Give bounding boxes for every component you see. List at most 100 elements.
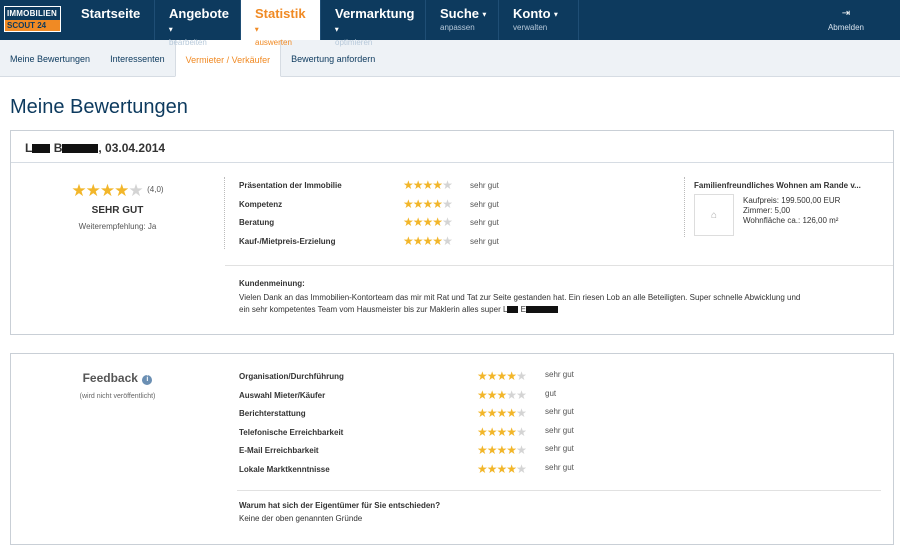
review-card: L B, 03.04.2014 ★★★★★ (4,0) SEHR GUT Wei… bbox=[10, 130, 894, 335]
star-icon: ★ bbox=[128, 181, 143, 200]
chevron-down-icon: ▾ bbox=[482, 11, 487, 19]
star-icon: ★ bbox=[506, 461, 517, 476]
star-icon: ★ bbox=[506, 406, 517, 420]
nav-item-startseite[interactable]: Startseite bbox=[67, 0, 155, 40]
star-icon: ★ bbox=[422, 178, 434, 192]
star-icon: ★ bbox=[442, 196, 453, 211]
feedback-rating-stars: ★★★★★ bbox=[477, 424, 527, 439]
star-icon: ★ bbox=[432, 178, 443, 192]
star-icon: ★ bbox=[432, 215, 443, 229]
nav-item-konto[interactable]: Konto ▾ verwalten bbox=[499, 0, 579, 40]
nav-sublabel: auswerten bbox=[255, 38, 292, 47]
star-icon: ★ bbox=[432, 233, 443, 248]
star-icon: ★ bbox=[403, 215, 414, 229]
overall-score: (4,0) bbox=[147, 185, 164, 194]
star-icon: ★ bbox=[85, 181, 101, 200]
star-icon: ★ bbox=[477, 443, 488, 457]
feedback-rating-stars: ★★★★★ bbox=[477, 406, 527, 420]
star-icon: ★ bbox=[486, 387, 498, 402]
star-icon: ★ bbox=[477, 424, 488, 439]
overall-label: SEHR GUT bbox=[91, 205, 144, 216]
feedback-title: Feedback bbox=[82, 371, 138, 385]
immobilienscout-logo[interactable]: IMMOBILIEN SCOUT 24 bbox=[4, 6, 61, 32]
star-icon: ★ bbox=[477, 406, 488, 420]
opinion-line-1: Vielen Dank an das Immobilien-Kontorteam… bbox=[239, 293, 801, 302]
sub-navigation: Meine Bewertungen Interessenten Vermieter … bbox=[0, 39, 900, 77]
feedback-rating-label: E-Mail Erreichbarkeit bbox=[239, 446, 319, 455]
overall-rating: ★★★★★ (4,0) SEHR GUT Weiterempfehlung: J… bbox=[11, 164, 224, 231]
star-icon: ★ bbox=[516, 443, 527, 457]
reviewer-initial: L bbox=[25, 141, 33, 155]
property-area: Wohnfläche ca.: 126,00 m² bbox=[743, 216, 839, 225]
redacted-name bbox=[32, 144, 51, 154]
chevron-down-icon: ▾ bbox=[169, 26, 173, 34]
redacted-surname bbox=[526, 306, 558, 314]
star-icon: ★ bbox=[432, 196, 443, 211]
nav-label: Statistik ▾ bbox=[255, 6, 306, 34]
overall-stars: ★★★★★ bbox=[71, 181, 143, 201]
nav-label: Angebote ▾ bbox=[169, 6, 229, 34]
feedback-rating-stars: ★★★★★ bbox=[477, 443, 527, 457]
property-thumbnail[interactable]: ⌂ bbox=[694, 194, 734, 236]
star-icon: ★ bbox=[477, 461, 488, 476]
subnav-tab-0[interactable]: Meine Bewertungen bbox=[0, 39, 100, 76]
logo-line-2: SCOUT 24 bbox=[5, 20, 60, 31]
rating-stars: ★★★★★ bbox=[403, 233, 453, 248]
reason-answer: Keine der oben genannten Gründe bbox=[239, 514, 363, 523]
property-teaser[interactable]: Familienfreundliches Wohnen am Rande v..… bbox=[694, 181, 890, 236]
logout-label: Abmelden bbox=[827, 23, 864, 32]
feedback-rating-text: sehr gut bbox=[545, 425, 574, 435]
star-icon: ★ bbox=[496, 461, 508, 476]
star-icon: ★ bbox=[477, 387, 488, 402]
feedback-rating-label: Organisation/Durchführung bbox=[239, 372, 344, 381]
star-icon: ★ bbox=[496, 424, 508, 439]
nav-item-statistik[interactable]: Statistik ▾ auswerten bbox=[241, 0, 321, 47]
rating-label: Kompetenz bbox=[239, 199, 283, 209]
star-icon: ★ bbox=[486, 461, 498, 476]
nav-item-vermarktung[interactable]: Vermarktung ▾ optimieren bbox=[321, 0, 426, 47]
opinion-text: Vielen Dank an das Immobilien-Kontorteam… bbox=[239, 292, 889, 316]
star-icon: ★ bbox=[506, 369, 517, 383]
feedback-rating-label: Berichterstattung bbox=[239, 409, 306, 418]
rating-text: sehr gut bbox=[470, 181, 499, 190]
review-date: , 03.04.2014 bbox=[98, 141, 166, 155]
feedback-rating-text: gut bbox=[545, 388, 557, 398]
feedback-rating-stars: ★★★★★ bbox=[477, 369, 527, 383]
info-icon[interactable]: i bbox=[142, 375, 153, 385]
nav-item-suche[interactable]: Suche ▾ anpassen bbox=[426, 0, 499, 40]
rating-label: Kauf-/Mietpreis-Erzielung bbox=[239, 236, 336, 246]
rating-text: sehr gut bbox=[470, 236, 499, 246]
nav-label: Startseite bbox=[81, 6, 141, 21]
nav-item-angebote[interactable]: Angebote ▾ bearbeiten bbox=[155, 0, 241, 47]
review-header: L B , 03.04.2014 bbox=[11, 131, 893, 163]
star-icon: ★ bbox=[486, 424, 498, 439]
star-icon: ★ bbox=[114, 181, 129, 200]
owner-reason: Warum hat sich der Eigentümer für Sie en… bbox=[239, 501, 440, 523]
star-icon: ★ bbox=[486, 406, 498, 420]
star-icon: ★ bbox=[412, 178, 424, 192]
logout-button[interactable]: ⇥ Abmelden bbox=[828, 8, 864, 32]
chevron-down-icon: ▾ bbox=[255, 26, 259, 34]
nav-sublabel: optimieren bbox=[335, 38, 373, 47]
feedback-rating-text: sehr gut bbox=[545, 462, 574, 472]
chevron-down-icon: ▾ bbox=[335, 26, 339, 34]
star-icon: ★ bbox=[442, 233, 453, 248]
top-navigation: IMMOBILIEN SCOUT 24 Startseite Angebote … bbox=[0, 0, 900, 47]
nav-label: Vermarktung ▾ bbox=[335, 6, 415, 34]
property-title[interactable]: Familienfreundliches Wohnen am Rande v..… bbox=[694, 181, 890, 190]
property-details: Kaufpreis: 199.500,00 EUR Zimmer: 5,00 W… bbox=[743, 196, 840, 226]
star-icon: ★ bbox=[516, 369, 527, 383]
feedback-rating-text: sehr gut bbox=[545, 407, 574, 416]
feedback-note: (wird nicht veröffentlicht) bbox=[79, 393, 156, 400]
star-icon: ★ bbox=[442, 178, 453, 192]
page-title: Meine Bewertungen bbox=[10, 96, 188, 118]
star-icon: ★ bbox=[496, 387, 508, 402]
star-icon: ★ bbox=[477, 369, 488, 383]
subnav-tab-1[interactable]: Interessenten bbox=[100, 39, 175, 76]
feedback-rating-label: Lokale Marktkenntnisse bbox=[239, 464, 330, 474]
recommendation: Weiterempfehlung: Ja bbox=[78, 222, 157, 231]
nav-label: Suche ▾ bbox=[440, 6, 487, 21]
reason-question: Warum hat sich der Eigentümer für Sie en… bbox=[239, 501, 441, 510]
star-icon: ★ bbox=[422, 233, 434, 248]
house-icon: ⌂ bbox=[710, 209, 718, 221]
